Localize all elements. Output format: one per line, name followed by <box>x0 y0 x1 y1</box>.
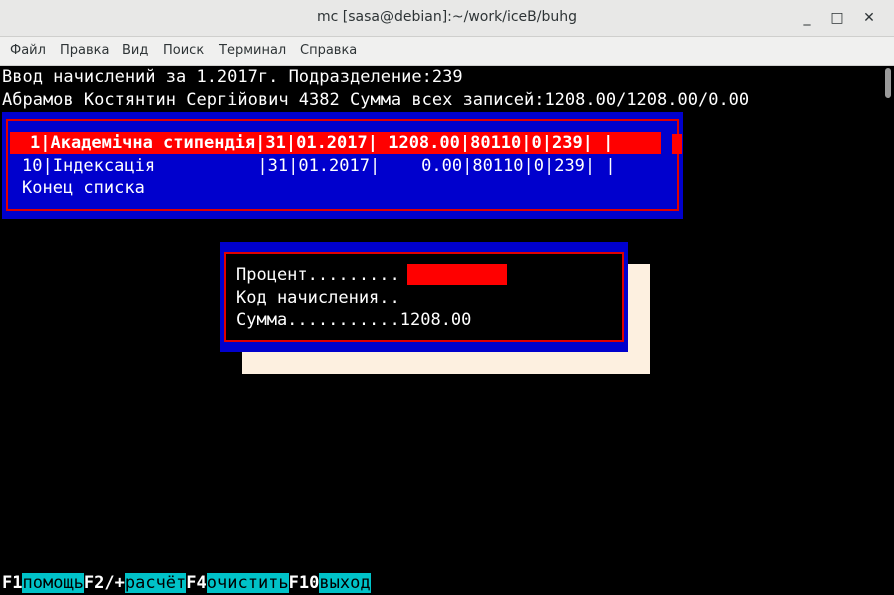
fkey-f2-label[interactable]: расчёт <box>124 573 187 593</box>
window-title: mc [sasa@debian]:~/work/iceB/buhg <box>317 9 577 25</box>
scrollbar-thumb[interactable] <box>885 68 891 98</box>
window-titlebar: mc [sasa@debian]:~/work/iceB/buhg _ □ ✕ <box>0 0 894 37</box>
percent-label: Процент......... <box>236 265 400 285</box>
fkey-f1-label[interactable]: помощь <box>22 573 84 593</box>
menu-view[interactable]: Вид <box>122 43 148 58</box>
header-employee-line: Абрамов Костянтин Сергійович 4382 Сумма … <box>2 90 750 110</box>
fkey-f10[interactable]: F10 <box>289 573 320 593</box>
close-button[interactable]: ✕ <box>858 7 880 29</box>
list-row-text: 1|Академічна стипендія|31|01.2017| 1208.… <box>30 133 614 153</box>
fkey-f10-label[interactable]: выход <box>319 573 371 593</box>
menu-bar: Файл Правка Вид Поиск Терминал Справка <box>0 37 894 66</box>
fkey-f1[interactable]: F1 <box>2 573 22 593</box>
list-end-label: Конец списка <box>22 178 145 198</box>
fkey-f2[interactable]: F2/+ <box>84 573 125 593</box>
fkey-f4-label[interactable]: очистить <box>206 573 289 593</box>
menu-edit[interactable]: Правка <box>60 43 109 58</box>
sum-field[interactable]: Сумма...........1208.00 <box>236 309 471 331</box>
function-keys-bar: F1помощьF2/+расчётF4очиститьF10выход <box>2 572 371 594</box>
header-period-line: Ввод начислений за 1.2017г. Подразделени… <box>2 67 463 87</box>
fkey-f4[interactable]: F4 <box>186 573 206 593</box>
accrual-code-label[interactable]: Код начисления.. <box>236 287 400 309</box>
menu-terminal[interactable]: Терминал <box>219 43 286 58</box>
list-row[interactable]: 10|Індексація |31|01.2017| 0.00|80110|0|… <box>22 155 616 177</box>
selection-tail <box>672 134 682 154</box>
menu-help[interactable]: Справка <box>300 43 357 58</box>
list-row-selected[interactable]: 1|Академічна стипендія|31|01.2017| 1208.… <box>10 132 661 154</box>
terminal-scrollbar[interactable] <box>882 66 894 595</box>
maximize-button[interactable]: □ <box>826 7 848 29</box>
menu-file[interactable]: Файл <box>10 43 46 58</box>
menu-search[interactable]: Поиск <box>163 43 204 58</box>
minimize-button[interactable]: _ <box>796 7 818 29</box>
percent-input[interactable] <box>407 264 507 285</box>
input-dialog: Процент......... Код начисления.. Сумма.… <box>220 242 628 352</box>
